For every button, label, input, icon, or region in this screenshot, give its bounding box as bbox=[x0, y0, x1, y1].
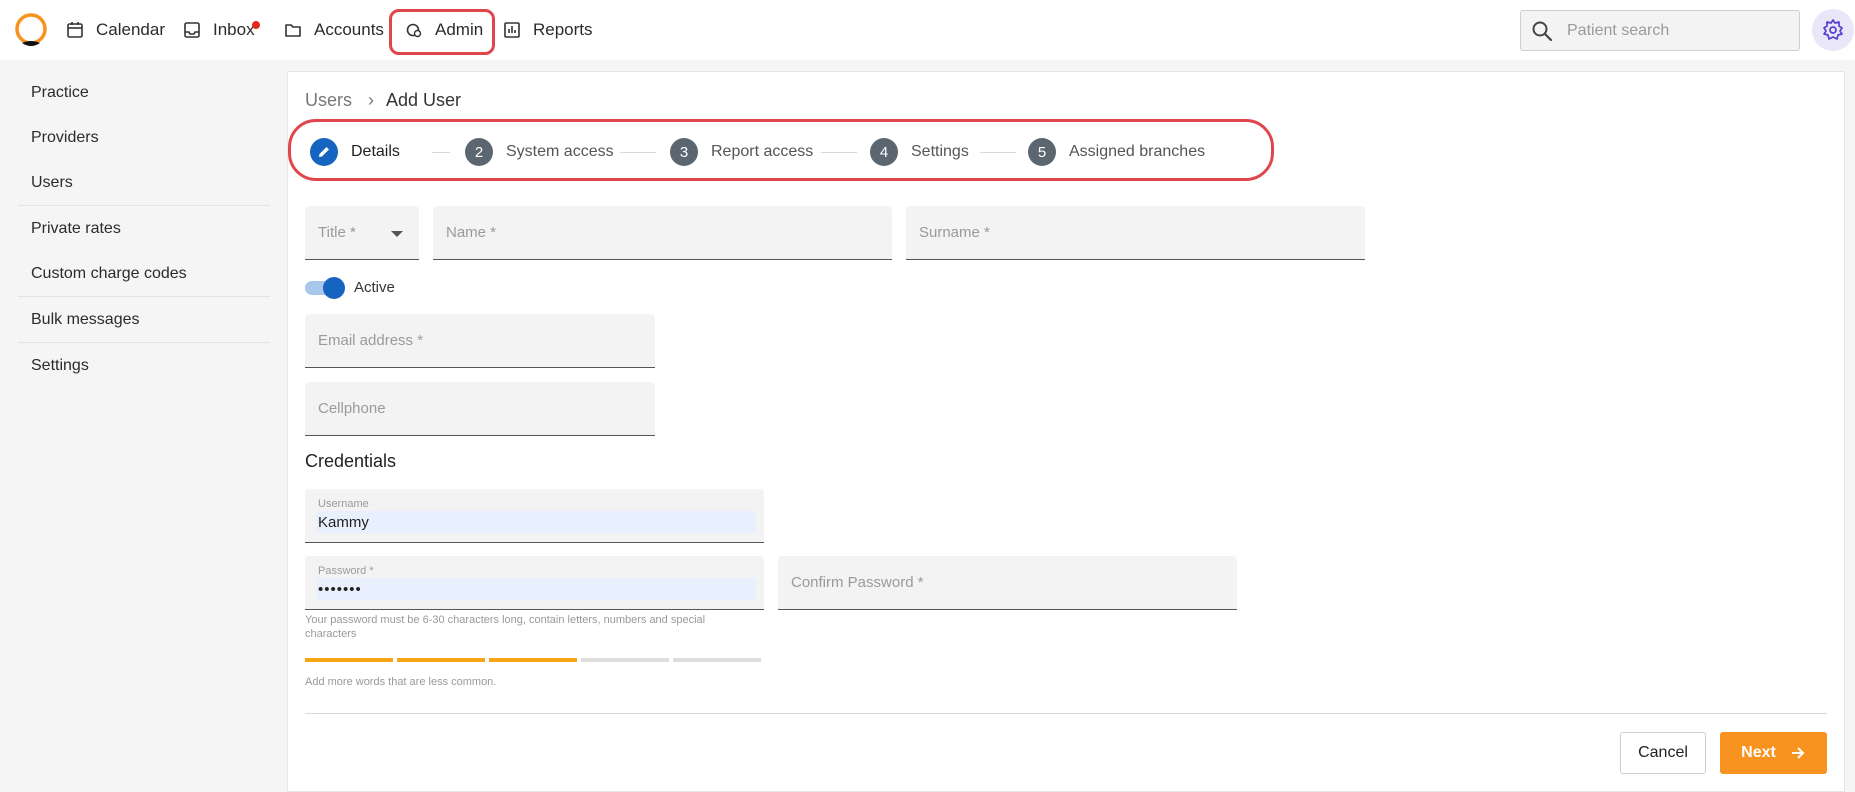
cellphone-field[interactable]: Cellphone bbox=[305, 382, 655, 436]
sidebar-item-label: Practice bbox=[31, 84, 89, 101]
email-field-label: Email address * bbox=[318, 332, 424, 349]
sidebar-item-label: Providers bbox=[31, 129, 99, 146]
footer-divider bbox=[305, 713, 1827, 714]
nav-calendar[interactable]: Calendar bbox=[66, 14, 165, 46]
nav-reports[interactable]: Reports bbox=[503, 14, 593, 46]
folder-icon bbox=[285, 24, 301, 37]
step-details[interactable]: Details bbox=[310, 138, 400, 166]
sidebar-item-private-rates[interactable]: Private rates bbox=[18, 206, 270, 252]
cellphone-field-label: Cellphone bbox=[318, 400, 386, 417]
top-bar: Calendar Inbox Accounts Admin Reports Pa… bbox=[0, 0, 1855, 60]
step-report-access[interactable]: 3 Report access bbox=[670, 138, 813, 166]
step-label: Details bbox=[351, 143, 400, 160]
step-connector bbox=[432, 152, 450, 153]
step-settings[interactable]: 4 Settings bbox=[870, 138, 969, 166]
nav-accounts-label: Accounts bbox=[314, 20, 384, 39]
step-label: Assigned branches bbox=[1069, 143, 1206, 160]
cancel-button[interactable]: Cancel bbox=[1620, 732, 1706, 774]
step-system-access[interactable]: 2 System access bbox=[465, 138, 614, 166]
next-button[interactable]: Next bbox=[1720, 732, 1827, 774]
step-number: 4 bbox=[870, 138, 898, 166]
sidebar-item-custom-charge-codes[interactable]: Custom charge codes bbox=[18, 251, 270, 297]
dropdown-caret-icon bbox=[391, 231, 403, 237]
step-number: 3 bbox=[670, 138, 698, 166]
nav-accounts[interactable]: Accounts bbox=[284, 14, 384, 46]
unread-dot bbox=[252, 21, 260, 29]
password-requirements-hint: Your password must be 6-30 characters lo… bbox=[305, 614, 706, 640]
page-title: Add User bbox=[386, 90, 462, 110]
strength-bar-segment bbox=[397, 658, 485, 662]
toggle-knob bbox=[323, 277, 345, 299]
support-button[interactable] bbox=[1812, 9, 1854, 51]
step-label: Report access bbox=[711, 143, 814, 160]
name-field-label: Name * bbox=[446, 224, 497, 241]
active-toggle-label: Active bbox=[354, 279, 395, 296]
password-field-label: Password * bbox=[318, 565, 374, 577]
step-label: System access bbox=[506, 143, 614, 160]
nav-inbox[interactable]: Inbox bbox=[183, 14, 260, 46]
inbox-icon bbox=[184, 22, 200, 38]
sidebar-item-label: Users bbox=[31, 173, 73, 191]
search-icon bbox=[1532, 21, 1553, 41]
sidebar-item-label: Private rates bbox=[31, 220, 121, 237]
step-label: Settings bbox=[911, 143, 969, 160]
name-field[interactable]: Name * bbox=[433, 206, 892, 260]
strength-bar-segment bbox=[305, 658, 393, 662]
title-select-label: Title * bbox=[318, 224, 356, 241]
breadcrumb: Users › Add User bbox=[305, 90, 461, 111]
confirm-password-field[interactable]: Confirm Password * bbox=[778, 556, 1237, 610]
sidebar-item-practice[interactable]: Practice bbox=[18, 70, 270, 116]
credentials-heading: Credentials bbox=[305, 451, 397, 471]
password-value: ••••••• bbox=[317, 578, 756, 600]
step-assigned-branches[interactable]: 5 Assigned branches bbox=[1028, 138, 1205, 166]
sidebar-item-label: Settings bbox=[31, 357, 89, 374]
username-field-label: Username bbox=[318, 498, 369, 510]
sidebar-item-users[interactable]: Users bbox=[18, 160, 270, 206]
patient-search-input[interactable]: Patient search bbox=[1520, 10, 1800, 51]
sidebar-item-settings[interactable]: Settings bbox=[18, 343, 270, 389]
step-connector bbox=[821, 152, 857, 153]
breadcrumb-users-link[interactable]: Users bbox=[305, 90, 352, 111]
username-value: Kammy bbox=[317, 511, 756, 533]
strength-bar-segment bbox=[673, 658, 761, 662]
surname-field-label: Surname * bbox=[919, 224, 990, 241]
step-connector bbox=[620, 152, 656, 153]
arrow-right-icon bbox=[1791, 747, 1805, 759]
title-select[interactable]: Title * bbox=[305, 206, 419, 260]
confirm-password-field-label: Confirm Password * bbox=[791, 574, 924, 591]
nav-calendar-label: Calendar bbox=[96, 20, 165, 39]
email-field[interactable]: Email address * bbox=[305, 314, 655, 368]
username-field[interactable]: Username Kammy bbox=[305, 489, 764, 543]
nav-reports-label: Reports bbox=[533, 20, 593, 39]
app-logo[interactable] bbox=[13, 13, 49, 49]
password-field[interactable]: Password * ••••••• bbox=[305, 556, 764, 610]
search-placeholder: Patient search bbox=[1567, 21, 1670, 39]
sidebar-item-label: Custom charge codes bbox=[31, 264, 187, 282]
sidebar-item-bulk-messages[interactable]: Bulk messages bbox=[18, 297, 270, 343]
active-toggle[interactable] bbox=[305, 277, 345, 299]
password-strength-hint: Add more words that are less common. bbox=[305, 676, 497, 688]
step-number: 2 bbox=[465, 138, 493, 166]
step-number: 5 bbox=[1028, 138, 1056, 166]
sidebar-item-providers[interactable]: Providers bbox=[18, 115, 270, 161]
puzzle-gear-icon bbox=[1823, 19, 1843, 40]
next-button-label: Next bbox=[1741, 744, 1776, 761]
strength-bar-segment bbox=[489, 658, 577, 662]
pencil-icon bbox=[310, 138, 338, 166]
surname-field[interactable]: Surname * bbox=[906, 206, 1365, 260]
calendar-icon bbox=[67, 22, 83, 38]
nav-inbox-label: Inbox bbox=[213, 20, 255, 39]
admin-highlight-annotation bbox=[389, 9, 495, 55]
bar-chart-icon bbox=[504, 22, 520, 38]
sidebar-item-label: Bulk messages bbox=[31, 310, 140, 328]
chevron-right-icon: › bbox=[368, 90, 375, 110]
step-connector bbox=[980, 152, 1016, 153]
strength-bar-segment bbox=[581, 658, 669, 662]
